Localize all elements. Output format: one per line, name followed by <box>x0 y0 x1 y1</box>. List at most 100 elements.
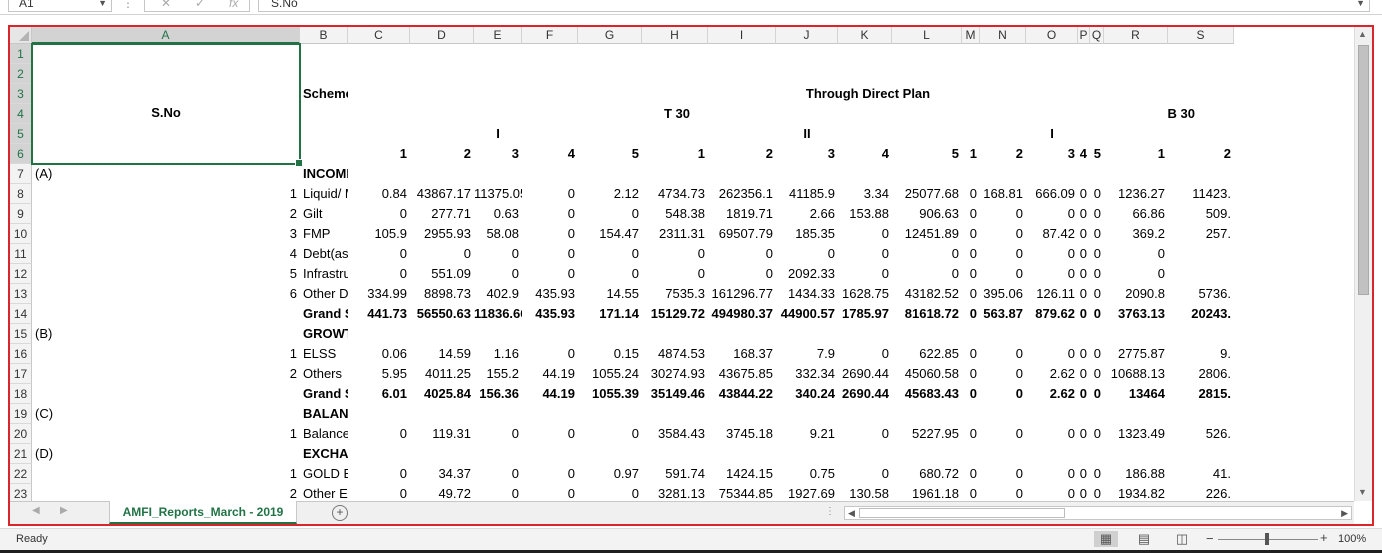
cell-o11[interactable]: 0 <box>1026 244 1078 264</box>
cell-a10[interactable]: 3 <box>32 224 300 244</box>
selected-range[interactable] <box>31 43 303 167</box>
cell-e17[interactable]: 155.2 <box>474 364 522 384</box>
cell-p16[interactable]: 0 <box>1078 344 1090 364</box>
cell-e8[interactable]: 11375.05 <box>474 184 522 204</box>
cell-a9[interactable]: 2 <box>32 204 300 224</box>
cell-d8[interactable]: 43867.17 <box>410 184 474 204</box>
row-header-2[interactable]: 2 <box>10 64 32 84</box>
cell-l11[interactable]: 0 <box>892 244 962 264</box>
cell-k6[interactable]: 4 <box>838 144 892 164</box>
cell-b9[interactable]: Gilt <box>300 204 348 224</box>
cell-a21[interactable]: (D) <box>32 444 300 464</box>
cell-p12[interactable]: 0 <box>1078 264 1090 284</box>
cell-n8[interactable]: 168.81 <box>980 184 1026 204</box>
cell-e5[interactable]: I <box>474 124 522 144</box>
cell-m18[interactable]: 0 <box>962 384 980 404</box>
cell-k23[interactable]: 130.58 <box>838 484 892 501</box>
name-box-dropdown-icon[interactable]: ▼ <box>98 0 107 11</box>
cell-i8[interactable]: 262356.1 <box>708 184 776 204</box>
cell-c11[interactable]: 0 <box>348 244 410 264</box>
cell-a11[interactable]: 4 <box>32 244 300 264</box>
cell-j16[interactable]: 7.9 <box>776 344 838 364</box>
cell-f18[interactable]: 44.19 <box>522 384 578 404</box>
cell-q12[interactable]: 0 <box>1090 264 1104 284</box>
row-header-5[interactable]: 5 <box>10 124 32 144</box>
cell-m11[interactable]: 0 <box>962 244 980 264</box>
expand-formula-bar-icon[interactable]: ▼ <box>1356 0 1365 11</box>
cell-g23[interactable]: 0 <box>578 484 642 501</box>
cell-m16[interactable]: 0 <box>962 344 980 364</box>
formula-input[interactable]: S.No ▼ <box>258 0 1370 12</box>
cell-m22[interactable]: 0 <box>962 464 980 484</box>
column-header-c[interactable]: C <box>348 27 410 44</box>
cell-s14[interactable]: 20243. <box>1168 304 1234 324</box>
cell-h11[interactable]: 0 <box>642 244 708 264</box>
cell-i11[interactable]: 0 <box>708 244 776 264</box>
new-sheet-button[interactable]: + <box>332 505 348 521</box>
cell-e9[interactable]: 0.63 <box>474 204 522 224</box>
cell-h6[interactable]: 1 <box>642 144 708 164</box>
cell-n17[interactable]: 0 <box>980 364 1026 384</box>
row-header-10[interactable]: 10 <box>10 224 32 244</box>
cell-m17[interactable]: 0 <box>962 364 980 384</box>
cell-o6[interactable]: 3 <box>1026 144 1078 164</box>
zoom-in-icon[interactable]: + <box>1320 530 1328 545</box>
zoom-level[interactable]: 100% <box>1338 533 1366 545</box>
row-header-11[interactable]: 11 <box>10 244 32 264</box>
tab-split-handle-icon[interactable]: ⋮ <box>825 506 835 517</box>
cell-k9[interactable]: 153.88 <box>838 204 892 224</box>
cell-f23[interactable]: 0 <box>522 484 578 501</box>
select-all-button[interactable] <box>10 27 32 44</box>
cell-d16[interactable]: 14.59 <box>410 344 474 364</box>
cell-r14[interactable]: 3763.13 <box>1104 304 1168 324</box>
cell-s4[interactable]: B 30 <box>1138 104 1198 124</box>
cell-c17[interactable]: 5.95 <box>348 364 410 384</box>
cell-f9[interactable]: 0 <box>522 204 578 224</box>
scroll-right-icon[interactable]: ▶ <box>1341 507 1348 519</box>
cell-s9[interactable]: 509. <box>1168 204 1234 224</box>
cell-j20[interactable]: 9.21 <box>776 424 838 444</box>
cell-i13[interactable]: 161296.77 <box>708 284 776 304</box>
cell-g6[interactable]: 5 <box>578 144 642 164</box>
cell-o14[interactable]: 879.62 <box>1026 304 1078 324</box>
cell-g17[interactable]: 1055.24 <box>578 364 642 384</box>
fill-handle[interactable] <box>295 159 303 167</box>
cell-o23[interactable]: 0 <box>1026 484 1078 501</box>
page-break-preview-icon[interactable]: ◫ <box>1170 531 1194 547</box>
cell-q13[interactable]: 0 <box>1090 284 1104 304</box>
cell-b8[interactable]: Liquid/ Money Market <box>300 184 348 204</box>
scroll-down-icon[interactable]: ▼ <box>1358 487 1367 497</box>
cell-c13[interactable]: 334.99 <box>348 284 410 304</box>
cell-d18[interactable]: 4025.84 <box>410 384 474 404</box>
cell-b11[interactable]: Debt(assured return) <box>300 244 348 264</box>
cell-q14[interactable]: 0 <box>1090 304 1104 324</box>
cell-a20[interactable]: 1 <box>32 424 300 444</box>
cell-l20[interactable]: 5227.95 <box>892 424 962 444</box>
cell-p20[interactable]: 0 <box>1078 424 1090 444</box>
column-header-f[interactable]: F <box>522 27 578 44</box>
vertical-scroll-thumb[interactable] <box>1358 45 1369 295</box>
column-header-b[interactable]: B <box>300 27 348 44</box>
cell-p6[interactable]: 4 <box>1078 144 1090 164</box>
cell-h12[interactable]: 0 <box>642 264 708 284</box>
cell-s20[interactable]: 526. <box>1168 424 1234 444</box>
cell-q9[interactable]: 0 <box>1090 204 1104 224</box>
worksheet-grid[interactable]: A B C D E F G H I J K L M N O P Q R S 1 2 3 4 5 6 7 8 9 10 11 12 13 14 15… <box>10 27 1354 501</box>
cell-d9[interactable]: 277.71 <box>410 204 474 224</box>
cell-p10[interactable]: 0 <box>1078 224 1090 244</box>
cell-s10[interactable]: 257. <box>1168 224 1234 244</box>
cell-f14[interactable]: 435.93 <box>522 304 578 324</box>
cell-g11[interactable]: 0 <box>578 244 642 264</box>
cell-m6[interactable]: 1 <box>962 144 980 164</box>
cell-s13[interactable]: 5736. <box>1168 284 1234 304</box>
cell-n9[interactable]: 0 <box>980 204 1026 224</box>
row-header-22[interactable]: 22 <box>10 464 32 484</box>
cell-a16[interactable]: 1 <box>32 344 300 364</box>
column-header-g[interactable]: G <box>578 27 642 44</box>
zoom-slider-thumb[interactable] <box>1265 533 1269 545</box>
cell-l8[interactable]: 25077.68 <box>892 184 962 204</box>
cell-n18[interactable]: 0 <box>980 384 1026 404</box>
row-header-15[interactable]: 15 <box>10 324 32 344</box>
column-header-m[interactable]: M <box>962 27 980 44</box>
cell-q8[interactable]: 0 <box>1090 184 1104 204</box>
